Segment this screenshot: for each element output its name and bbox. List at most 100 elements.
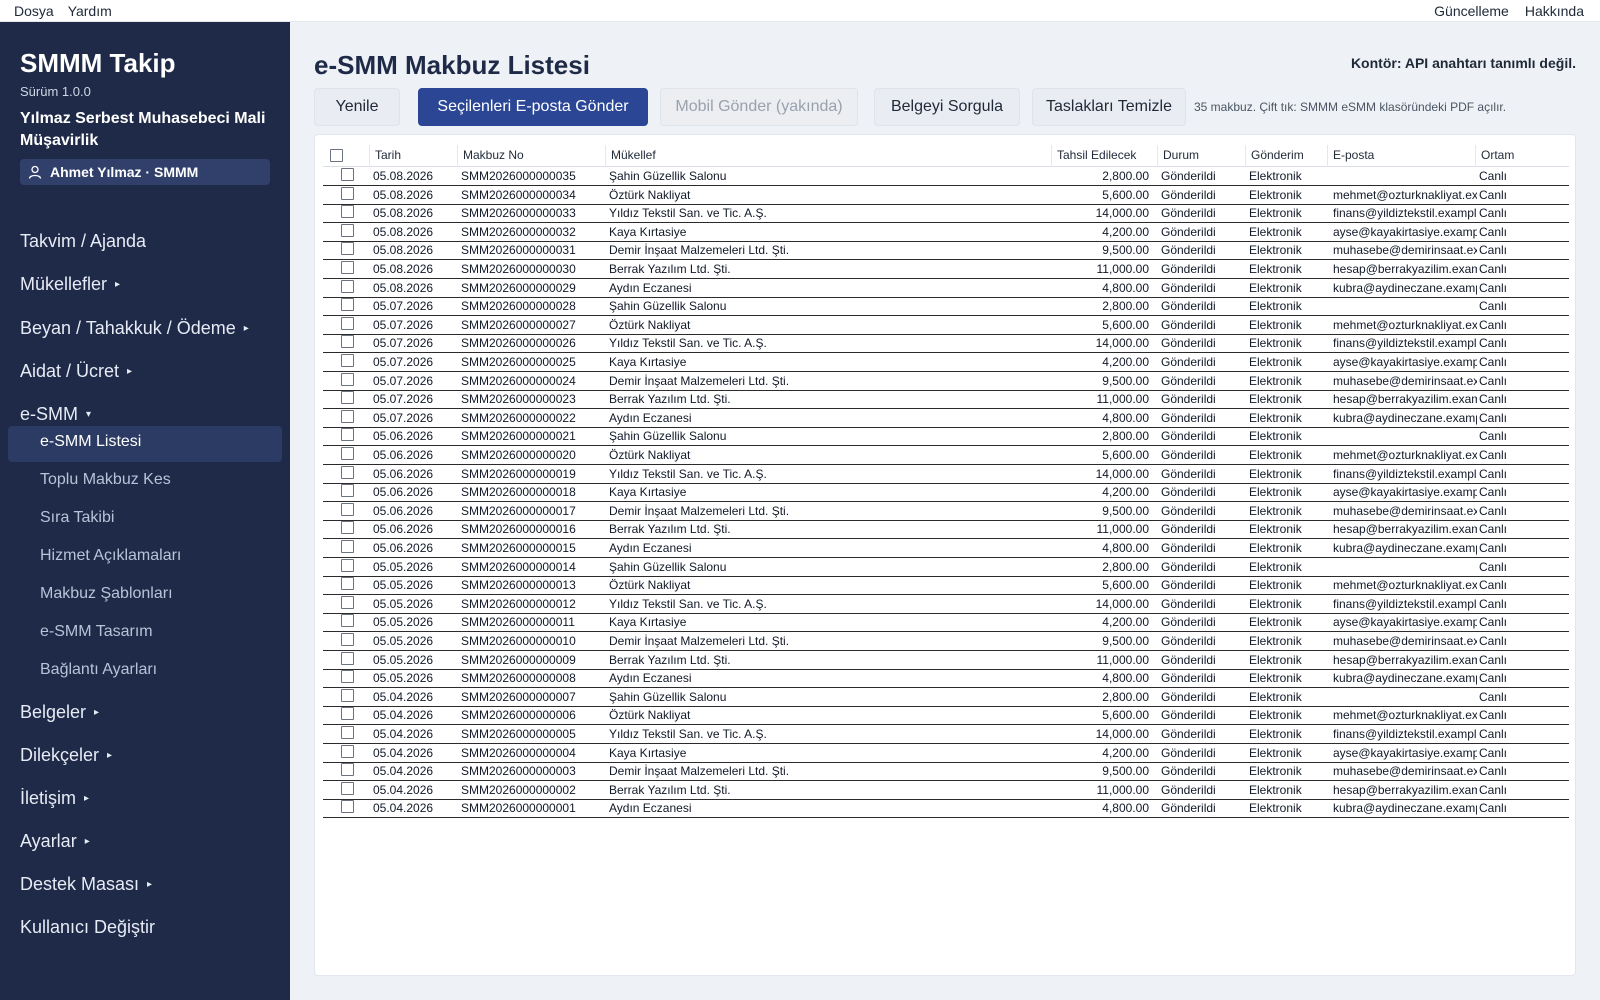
row-checkbox-icon[interactable]: [341, 651, 354, 665]
table-row[interactable]: 05.06.2026 SMM2026000000016 Berrak Yazılım…: [323, 520, 1569, 540]
table-row[interactable]: 05.04.2026 SMM2026000000005 Yıldız Tekstil…: [323, 725, 1569, 744]
sidebar-item-after-4[interactable]: Destek Masası ▸: [20, 874, 152, 895]
table-row[interactable]: 05.05.2026 SMM2026000000014 Şahin Güzellik…: [323, 558, 1569, 577]
row-checkbox-icon[interactable]: [341, 800, 354, 814]
row-checkbox-icon[interactable]: [341, 279, 354, 293]
select-all-checkbox[interactable]: [330, 149, 343, 162]
row-checkbox-icon[interactable]: [341, 428, 354, 442]
column-header-1[interactable]: Makbuz No: [459, 148, 605, 167]
row-checkbox-icon[interactable]: [341, 186, 354, 200]
sidebar-item-after-0[interactable]: Belgeler ▸: [20, 702, 99, 723]
sidebar-subitem-2[interactable]: Sıra Takibi: [40, 509, 114, 527]
table-row[interactable]: 05.08.2026 SMM2026000000031 Demir İnşaat M…: [323, 241, 1569, 261]
table-row[interactable]: 05.08.2026 SMM2026000000030 Berrak Yazılım…: [323, 260, 1569, 279]
column-header-7[interactable]: Ortam: [1477, 148, 1537, 167]
clean-drafts-button[interactable]: Taslakları Temizle: [1032, 88, 1186, 126]
table-row[interactable]: 05.05.2026 SMM2026000000010 Demir İnşaat M…: [323, 632, 1569, 651]
row-checkbox-icon[interactable]: [341, 298, 354, 312]
send-email-button[interactable]: Seçilenleri E-posta Gönder: [418, 88, 648, 126]
row-checkbox-icon[interactable]: [341, 205, 354, 219]
menu-help[interactable]: Yardım: [68, 3, 112, 19]
row-checkbox-icon[interactable]: [341, 372, 354, 386]
table-row[interactable]: 05.06.2026 SMM2026000000015 Aydın Eczanesi…: [323, 539, 1569, 558]
refresh-button[interactable]: Yenile: [314, 88, 400, 126]
table-row[interactable]: 05.06.2026 SMM2026000000018 Kaya Kırtasiye…: [323, 483, 1569, 503]
row-checkbox-icon[interactable]: [341, 502, 354, 516]
column-separator[interactable]: [1051, 145, 1052, 167]
table-row[interactable]: 05.07.2026 SMM2026000000025 Kaya Kırtasiye…: [323, 353, 1569, 372]
table-row[interactable]: 05.08.2026 SMM2026000000032 Kaya Kırtasiye…: [323, 223, 1569, 242]
sidebar-item-4[interactable]: e-SMM ▾: [20, 404, 91, 425]
sidebar-item-0[interactable]: Takvim / Ajanda: [20, 231, 146, 252]
sidebar-subitem-0[interactable]: e-SMM Listesi: [40, 433, 141, 451]
table-row[interactable]: 05.04.2026 SMM2026000000002 Berrak Yazılım…: [323, 781, 1569, 800]
table-row[interactable]: 05.05.2026 SMM2026000000008 Aydın Eczanesi…: [323, 669, 1569, 689]
row-checkbox-icon[interactable]: [341, 335, 354, 349]
sidebar-item-3[interactable]: Aidat / Ücret ▸: [20, 361, 132, 382]
menu-file[interactable]: Dosya: [14, 3, 54, 19]
column-header-0[interactable]: Tarih: [371, 148, 457, 167]
table-row[interactable]: 05.06.2026 SMM2026000000021 Şahin Güzellik…: [323, 427, 1569, 447]
table-row[interactable]: 05.07.2026 SMM2026000000022 Aydın Eczanesi…: [323, 409, 1569, 428]
sidebar-item-after-1[interactable]: Dilekçeler ▸: [20, 745, 112, 766]
sidebar-item-1[interactable]: Mükellefler ▸: [20, 274, 120, 295]
row-checkbox-icon[interactable]: [341, 558, 354, 572]
table-row[interactable]: 05.07.2026 SMM2026000000024 Demir İnşaat M…: [323, 372, 1569, 391]
table-row[interactable]: 05.06.2026 SMM2026000000020 Öztürk Nakliya…: [323, 446, 1569, 465]
table-row[interactable]: 05.08.2026 SMM2026000000029 Aydın Eczanesi…: [323, 279, 1569, 298]
table-row[interactable]: 05.07.2026 SMM2026000000027 Öztürk Nakliya…: [323, 316, 1569, 335]
row-checkbox-icon[interactable]: [341, 577, 354, 591]
column-separator[interactable]: [369, 145, 370, 167]
column-separator[interactable]: [605, 145, 606, 167]
table-row[interactable]: 05.04.2026 SMM2026000000007 Şahin Güzellik…: [323, 688, 1569, 707]
row-checkbox-icon[interactable]: [341, 242, 354, 256]
table-row[interactable]: 05.04.2026 SMM2026000000004 Kaya Kırtasiye…: [323, 744, 1569, 763]
table-row[interactable]: 05.08.2026 SMM2026000000035 Şahin Güzellik…: [323, 167, 1569, 186]
column-header-2[interactable]: Mükellef: [607, 148, 1051, 167]
row-checkbox-icon[interactable]: [341, 744, 354, 758]
menu-update[interactable]: Güncelleme: [1434, 3, 1509, 19]
table-row[interactable]: 05.04.2026 SMM2026000000003 Demir İnşaat M…: [323, 762, 1569, 782]
sidebar-item-2[interactable]: Beyan / Tahakkuk / Ödeme ▸: [20, 318, 249, 339]
menu-about[interactable]: Hakkında: [1525, 3, 1584, 19]
table-row[interactable]: 05.05.2026 SMM2026000000011 Kaya Kırtasiye…: [323, 613, 1569, 633]
column-separator[interactable]: [457, 145, 458, 167]
table-row[interactable]: 05.06.2026 SMM2026000000017 Demir İnşaat M…: [323, 502, 1569, 521]
row-checkbox-icon[interactable]: [341, 707, 354, 721]
table-row[interactable]: 05.06.2026 SMM2026000000019 Yıldız Tekstil…: [323, 465, 1569, 484]
row-checkbox-icon[interactable]: [341, 595, 354, 609]
sidebar-subitem-5[interactable]: e-SMM Tasarım: [40, 623, 153, 641]
row-checkbox-icon[interactable]: [341, 540, 354, 553]
column-separator[interactable]: [1327, 145, 1328, 167]
query-document-button[interactable]: Belgeyi Sorgula: [874, 88, 1020, 126]
row-checkbox-icon[interactable]: [341, 223, 354, 237]
row-checkbox-icon[interactable]: [341, 465, 354, 479]
row-checkbox-icon[interactable]: [341, 168, 354, 181]
sidebar-subitem-1[interactable]: Toplu Makbuz Kes: [40, 471, 171, 489]
column-separator[interactable]: [1245, 145, 1246, 167]
table-row[interactable]: 05.05.2026 SMM2026000000012 Yıldız Tekstil…: [323, 595, 1569, 614]
row-checkbox-icon[interactable]: [341, 409, 354, 423]
sidebar-item-after-3[interactable]: Ayarlar ▸: [20, 831, 90, 852]
row-checkbox-icon[interactable]: [341, 726, 354, 739]
column-separator[interactable]: [1475, 145, 1476, 167]
row-checkbox-icon[interactable]: [341, 261, 354, 274]
table-row[interactable]: 05.07.2026 SMM2026000000026 Yıldız Tekstil…: [323, 334, 1569, 354]
column-header-4[interactable]: Durum: [1159, 148, 1245, 167]
table-row[interactable]: 05.05.2026 SMM2026000000009 Berrak Yazılım…: [323, 651, 1569, 670]
table-row[interactable]: 05.04.2026 SMM2026000000006 Öztürk Nakliya…: [323, 706, 1569, 726]
row-checkbox-icon[interactable]: [341, 633, 354, 646]
row-checkbox-icon[interactable]: [341, 447, 354, 460]
row-checkbox-icon[interactable]: [341, 688, 354, 702]
row-checkbox-icon[interactable]: [341, 781, 354, 795]
column-header-6[interactable]: E-posta: [1329, 148, 1475, 167]
sidebar-subitem-4[interactable]: Makbuz Şablonları: [40, 585, 173, 603]
column-header-5[interactable]: Gönderim: [1247, 148, 1327, 167]
table-row[interactable]: 05.08.2026 SMM2026000000033 Yıldız Tekstil…: [323, 204, 1569, 224]
column-header-3[interactable]: Tahsil Edilecek: [1053, 148, 1157, 167]
sidebar-item-after-5[interactable]: Kullanıcı Değiştir: [20, 917, 155, 938]
table-row[interactable]: 05.07.2026 SMM2026000000023 Berrak Yazılım…: [323, 390, 1569, 410]
sidebar-subitem-3[interactable]: Hizmet Açıklamaları: [40, 547, 181, 565]
row-checkbox-icon[interactable]: [341, 484, 354, 498]
table-row[interactable]: 05.04.2026 SMM2026000000001 Aydın Eczanesi…: [323, 799, 1569, 819]
